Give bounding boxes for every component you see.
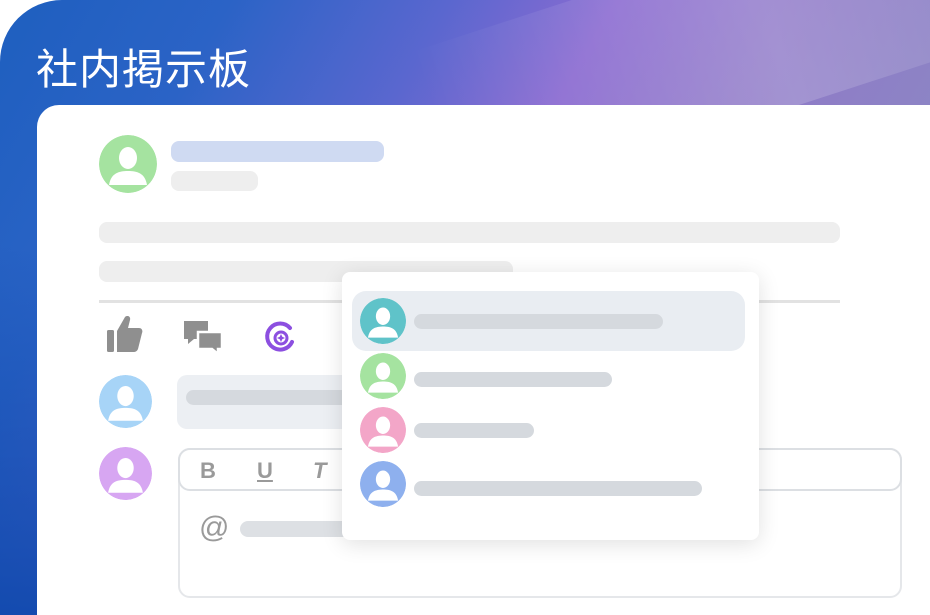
mention-option[interactable] xyxy=(352,291,745,351)
mention-option[interactable] xyxy=(352,346,745,406)
mention-option[interactable] xyxy=(352,454,745,514)
underline-button[interactable]: U xyxy=(257,458,273,484)
option-avatar xyxy=(360,353,406,399)
comments-button[interactable] xyxy=(182,318,224,357)
commenter-avatar[interactable] xyxy=(99,375,152,428)
mention-dropdown xyxy=(342,272,759,540)
chat-bubbles-icon xyxy=(184,321,224,357)
bold-button[interactable]: B xyxy=(200,458,216,484)
post-date-placeholder xyxy=(171,171,258,191)
user-icon xyxy=(360,298,406,344)
user-icon xyxy=(360,461,406,507)
option-name-placeholder xyxy=(414,423,534,438)
share-button[interactable] xyxy=(263,320,297,354)
option-name-placeholder xyxy=(414,372,612,387)
thumbs-up-icon xyxy=(107,316,143,352)
user-icon xyxy=(360,407,406,453)
author-name-placeholder xyxy=(171,141,384,162)
option-avatar xyxy=(360,407,406,453)
user-icon xyxy=(360,353,406,399)
author-avatar[interactable] xyxy=(99,135,157,193)
option-avatar xyxy=(360,298,406,344)
current-user-avatar xyxy=(99,447,152,500)
page-title: 社内掲示板 xyxy=(36,46,252,93)
post-body-line-1 xyxy=(99,222,840,243)
share-icon xyxy=(265,321,294,352)
mention-option[interactable] xyxy=(352,400,745,460)
option-name-placeholder xyxy=(414,314,663,329)
user-icon xyxy=(99,447,152,500)
editor-text-placeholder xyxy=(240,521,350,537)
comment-text-placeholder xyxy=(186,390,366,405)
italic-button[interactable]: T xyxy=(313,458,326,484)
option-avatar xyxy=(360,461,406,507)
option-name-placeholder xyxy=(414,481,702,496)
like-button[interactable] xyxy=(106,314,144,354)
user-icon xyxy=(99,375,152,428)
user-icon xyxy=(99,135,157,193)
mention-symbol: @ xyxy=(199,511,230,544)
